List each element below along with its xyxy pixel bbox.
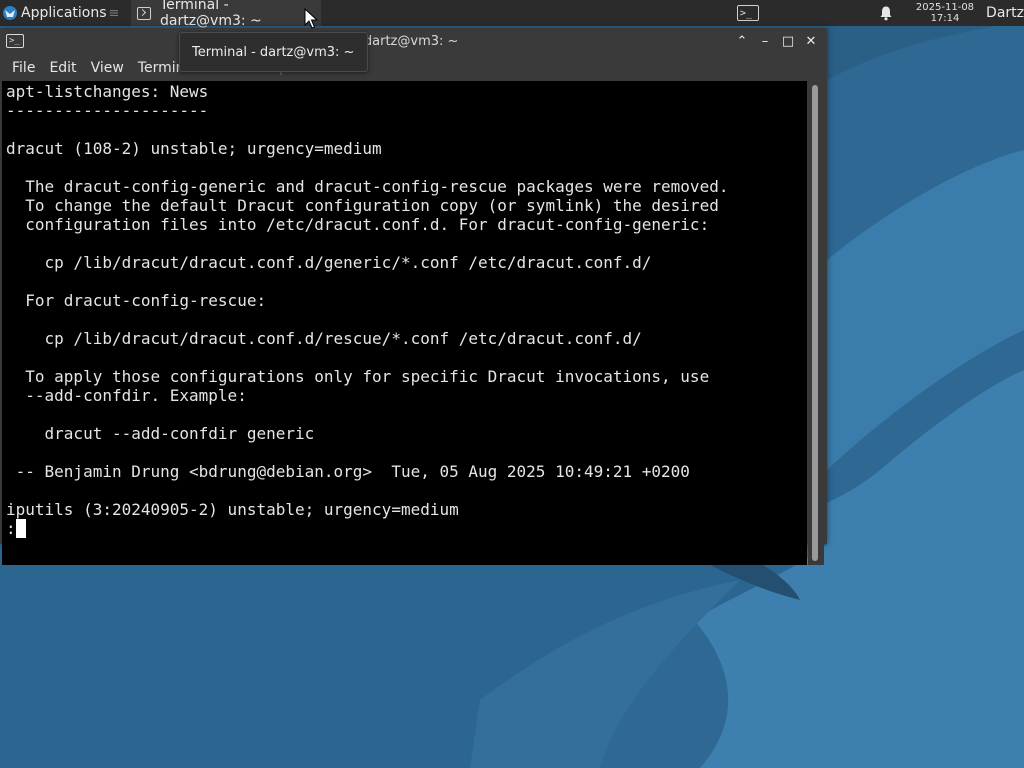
taskbar-tooltip: Terminal - dartz@vm3: ~ (179, 32, 368, 72)
applications-menu[interactable]: Applications ≡ (0, 0, 125, 26)
window-titlebar[interactable]: >_ Terminal - dartz@vm3: ~ ⌃ – □ ✕ (0, 28, 827, 56)
clock[interactable]: 2025-11-08 17:14 (916, 2, 974, 24)
xfce-logo-icon (3, 6, 17, 20)
terminal-output[interactable]: apt-listchanges: News -------------------… (2, 81, 807, 565)
minimize-button[interactable]: – (757, 34, 773, 50)
terminal-line: configuration files into /etc/dracut.con… (6, 215, 710, 234)
menu-file[interactable]: File (12, 60, 35, 76)
terminal-window: >_ Terminal - dartz@vm3: ~ ⌃ – □ ✕ File … (0, 28, 827, 565)
terminal-line: apt-listchanges: News (6, 82, 209, 101)
close-button[interactable]: ✕ (803, 34, 819, 50)
terminal-line: --------------------- (6, 101, 209, 120)
terminal-line: To change the default Dracut configurati… (6, 196, 719, 215)
mouse-pointer-icon (304, 8, 318, 29)
maximize-button[interactable]: □ (780, 34, 796, 50)
terminal-launcher-button[interactable]: >_ (734, 3, 762, 23)
user-menu[interactable]: Dartz (986, 5, 1024, 21)
terminal-line: cp /lib/dracut/dracut.conf.d/generic/*.c… (6, 253, 652, 272)
terminal-lines: apt-listchanges: News -------------------… (6, 82, 728, 538)
pager-prompt-text: : (6, 519, 16, 538)
terminal-line: iputils (3:20240905-2) unstable; urgency… (6, 500, 459, 519)
pager-prompt[interactable]: : (6, 519, 728, 538)
terminal-launcher-icon: >_ (736, 5, 759, 21)
taskbar-terminal-button[interactable]: Terminal - dartz@vm3: ~ (131, 0, 322, 29)
applications-separator: ≡ (108, 5, 120, 21)
terminal-line: The dracut-config-generic and dracut-con… (6, 177, 729, 196)
terminal-scrollbar[interactable] (808, 81, 824, 565)
terminal-icon (137, 6, 151, 20)
terminal-line: -- Benjamin Drung <bdrung@debian.org> Tu… (6, 462, 690, 481)
clock-date: 2025-11-08 (915, 2, 975, 13)
clock-time: 17:14 (930, 13, 960, 24)
chevron-up-icon[interactable]: ⌃ (734, 34, 750, 50)
terminal-line: To apply those configurations only for s… (6, 367, 710, 386)
text-cursor (15, 519, 26, 538)
top-panel: Applications ≡ Terminal - dartz@vm3: ~ >… (0, 0, 1024, 29)
terminal-line: dracut (108-2) unstable; urgency=medium (6, 139, 382, 158)
terminal-line: --add-confdir. Example: (6, 386, 247, 405)
scrollbar-thumb[interactable] (812, 85, 818, 561)
window-terminal-icon[interactable]: >_ (6, 34, 24, 48)
terminal-line: dracut --add-confdir generic (6, 424, 315, 443)
menu-bar: File Edit View Terminal Tabs Help (0, 56, 827, 80)
taskbar-terminal-label: Terminal - dartz@vm3: ~ (159, 0, 262, 29)
applications-label: Applications (21, 5, 107, 21)
menu-edit[interactable]: Edit (49, 60, 76, 76)
terminal-line: For dracut-config-rescue: (6, 291, 267, 310)
terminal-line: cp /lib/dracut/dracut.conf.d/rescue/*.co… (6, 329, 642, 348)
bell-icon[interactable] (878, 5, 894, 21)
menu-view[interactable]: View (91, 60, 124, 76)
